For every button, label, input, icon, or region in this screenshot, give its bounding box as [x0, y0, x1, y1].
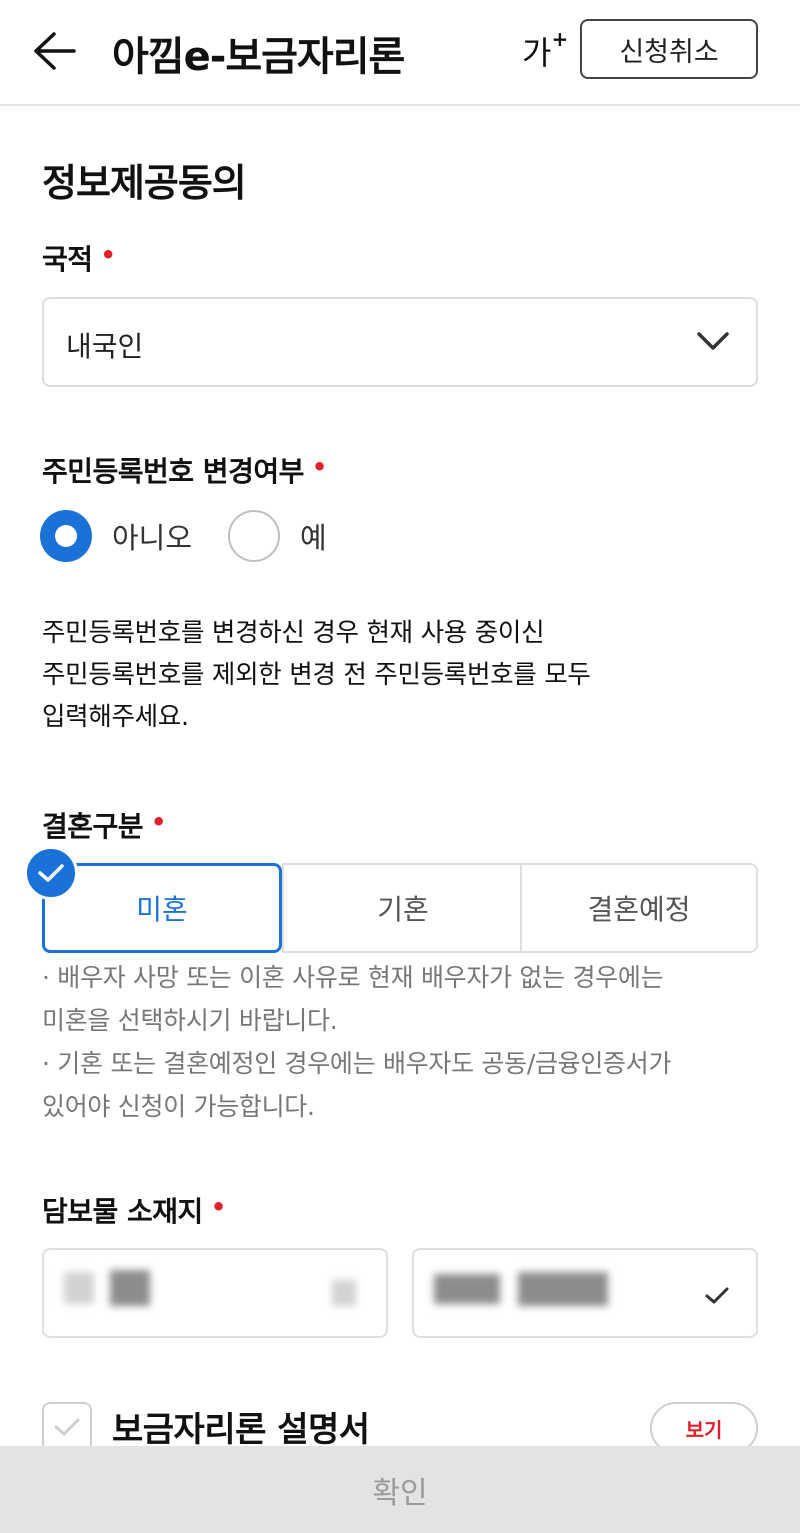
redacted-text [518, 1272, 608, 1306]
radio-selected-icon [40, 510, 92, 562]
back-arrow-icon[interactable] [30, 28, 80, 74]
font-size-plus: + [551, 27, 569, 52]
chevron-down-icon [697, 332, 729, 350]
redacted-text [64, 1272, 94, 1304]
radio-unselected-icon [228, 510, 280, 562]
confirm-button[interactable]: 확인 [0, 1446, 800, 1533]
required-mark: • [100, 241, 116, 269]
page-title: 아낌e-보금자리론 [112, 34, 405, 80]
check-icon [705, 1287, 729, 1304]
collateral-city-select[interactable] [42, 1248, 388, 1338]
description-line: 주민등록번호를 제외한 변경 전 주민등록번호를 모두 [42, 660, 591, 690]
nationality-select[interactable]: 내국인 [42, 297, 758, 387]
collateral-label-text: 담보물 소재지 [42, 1195, 203, 1228]
description-line: 주민등록번호를 변경하신 경우 현재 사용 중이신 [42, 618, 545, 648]
nationality-value: 내국인 [66, 330, 144, 363]
required-mark: • [210, 1193, 226, 1221]
redacted-text [434, 1274, 500, 1304]
app-header: 아낌e-보금자리론 가+ 신청취소 [0, 0, 800, 106]
redacted-text [332, 1280, 356, 1306]
radio-no-label: 아니오 [112, 521, 193, 555]
required-mark: • [311, 453, 327, 481]
collateral-label: 담보물 소재지 • [42, 1190, 226, 1230]
section-title: 정보제공동의 [42, 161, 247, 205]
radio-yes-label: 예 [300, 521, 327, 555]
collateral-district-select[interactable] [412, 1248, 758, 1338]
font-size-button[interactable]: 가+ [522, 27, 569, 74]
check-icon [54, 1418, 80, 1436]
font-size-label: 가 [522, 34, 552, 72]
explanation-label: 보금자리론 설명서 [112, 1410, 370, 1450]
radio-no[interactable]: 아니오 [40, 509, 192, 563]
marriage-label: 결혼구분 • [42, 805, 166, 845]
explanation-checkbox[interactable] [42, 1402, 92, 1452]
note-line: 미혼을 선택하시기 바랍니다. [42, 1006, 338, 1035]
radio-yes[interactable]: 예 [228, 509, 327, 563]
page: 아낌e-보금자리론 가+ 신청취소 정보제공동의 국적 • 내국인 주민등록번호 … [0, 0, 800, 1533]
note-line: · 배우자 사망 또는 이혼 사유로 현재 배우자가 없는 경우에는 [42, 963, 664, 992]
resident-id-description: 주민등록번호를 변경하신 경우 현재 사용 중이신 주민등록번호를 제외한 변경… [42, 612, 758, 738]
check-icon [24, 846, 78, 900]
note-line: · 기혼 또는 결혼예정인 경우에는 배우자도 공동/금융인증서가 [42, 1049, 672, 1078]
marriage-label-text: 결혼구분 [42, 810, 144, 843]
marriage-option-single[interactable]: 미혼 [42, 863, 282, 953]
description-line: 입력해주세요. [42, 702, 189, 732]
nationality-label-text: 국적 [42, 243, 93, 276]
marriage-option-planned[interactable]: 결혼예정 [520, 863, 758, 953]
note-line: 있어야 신청이 가능합니다. [42, 1092, 315, 1121]
marriage-option-married[interactable]: 기혼 [282, 863, 522, 953]
marriage-notes: · 배우자 사망 또는 이혼 사유로 현재 배우자가 없는 경우에는 미혼을 선… [42, 956, 758, 1128]
nationality-label: 국적 • [42, 238, 116, 278]
required-mark: • [151, 808, 166, 836]
cancel-application-button[interactable]: 신청취소 [580, 19, 758, 79]
redacted-text [110, 1270, 150, 1306]
resident-id-change-label: 주민등록번호 변경여부 • [42, 450, 327, 490]
resident-id-change-label-text: 주민등록번호 변경여부 [42, 455, 304, 488]
